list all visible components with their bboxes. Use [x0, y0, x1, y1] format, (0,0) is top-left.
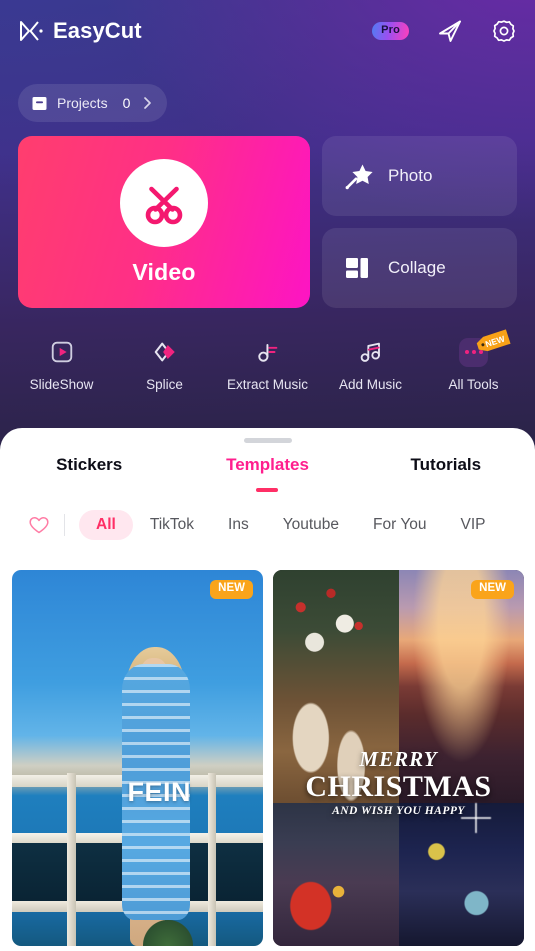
magic-wand-star-icon — [344, 161, 374, 191]
tab-tutorials-label: Tutorials — [410, 455, 482, 474]
ellipsis-icon: NEW — [459, 329, 511, 367]
filter-chips-row: All TikTok Ins Youtube For You VIP — [0, 510, 535, 540]
pro-badge[interactable]: Pro — [372, 22, 409, 40]
filter-chip-vip[interactable]: VIP — [443, 510, 502, 540]
play-frame-icon — [49, 338, 75, 366]
tab-templates-label: Templates — [226, 455, 309, 474]
tab-stickers-label: Stickers — [56, 455, 123, 474]
app-header: EasyCut Pro — [0, 0, 535, 62]
tab-active-underline — [256, 488, 279, 492]
create-video-card[interactable]: Video — [18, 136, 310, 308]
template-1-overlay-text: FEIN — [127, 776, 191, 807]
projects-count: 0 — [122, 95, 131, 111]
secondary-cards: Photo Collage — [322, 136, 517, 308]
new-tag-icon: NEW — [474, 328, 512, 355]
templates-grid: FEIN NEW MERRY CHRISTMAS AND WISH YOU HA… — [12, 570, 535, 951]
tab-stickers[interactable]: Stickers — [0, 455, 178, 479]
action-cards: Video Photo Collage — [18, 136, 517, 308]
brand-name: EasyCut — [53, 18, 142, 43]
tool-all-tools[interactable]: NEW All Tools — [422, 329, 525, 392]
projects-label: Projects — [57, 95, 108, 111]
chevron-right-icon — [143, 96, 152, 110]
tools-row: SlideShow Splice Extract Music Add Music… — [0, 329, 535, 392]
create-photo-label: Photo — [388, 166, 433, 185]
archive-box-icon — [31, 95, 48, 112]
filter-chip-foryou[interactable]: For You — [356, 510, 443, 540]
template-2-new-badge: NEW — [471, 580, 514, 599]
app-root: EasyCut Pro Projects 0 Video Photo Colla… — [0, 0, 535, 951]
template-thumbnail-1: FEIN — [12, 570, 263, 946]
create-video-label: Video — [132, 258, 196, 285]
send-paper-plane-icon[interactable] — [437, 18, 463, 44]
tool-extract-music[interactable]: Extract Music — [216, 338, 319, 392]
create-photo-card[interactable]: Photo — [322, 136, 517, 216]
filter-chip-youtube[interactable]: Youtube — [266, 510, 356, 540]
scissors-icon — [120, 158, 208, 247]
heart-outline-icon[interactable] — [28, 514, 50, 536]
filter-chip-ins[interactable]: Ins — [211, 510, 266, 540]
sheet-tabs: Stickers Templates Tutorials — [0, 455, 535, 492]
filter-divider — [64, 514, 65, 536]
header-actions: Pro — [372, 18, 517, 44]
tab-tutorials[interactable]: Tutorials — [357, 455, 535, 479]
tool-all-tools-label: All Tools — [448, 377, 499, 392]
filter-chip-all[interactable]: All — [79, 510, 133, 540]
tab-templates[interactable]: Templates — [178, 455, 356, 492]
template-thumbnail-2: MERRY CHRISTMAS AND WISH YOU HAPPY — [273, 570, 524, 946]
tool-add-music-label: Add Music — [338, 377, 403, 392]
tool-slideshow[interactable]: SlideShow — [10, 338, 113, 392]
tool-extract-music-label: Extract Music — [226, 377, 308, 392]
easycut-logo-icon — [18, 18, 44, 44]
template-card-beach-fein[interactable]: FEIN NEW — [12, 570, 263, 946]
gear-icon[interactable] — [491, 18, 517, 44]
beamed-music-note-icon — [358, 338, 384, 366]
brand: EasyCut — [18, 18, 142, 44]
music-note-extract-icon — [255, 338, 281, 366]
filter-chip-tiktok[interactable]: TikTok — [133, 510, 211, 540]
create-collage-card[interactable]: Collage — [322, 228, 517, 308]
double-diamond-icon — [152, 338, 178, 366]
sheet-drag-handle[interactable] — [243, 438, 292, 443]
template-1-new-badge: NEW — [210, 580, 253, 599]
create-collage-label: Collage — [388, 258, 446, 277]
projects-chip[interactable]: Projects 0 — [18, 84, 168, 122]
collage-grid-icon — [344, 253, 374, 283]
tool-splice[interactable]: Splice — [113, 338, 216, 392]
tool-splice-label: Splice — [146, 377, 183, 392]
tool-slideshow-label: SlideShow — [29, 377, 94, 392]
template-card-merry-christmas[interactable]: MERRY CHRISTMAS AND WISH YOU HAPPY NEW — [273, 570, 524, 946]
tool-add-music[interactable]: Add Music — [319, 338, 422, 392]
